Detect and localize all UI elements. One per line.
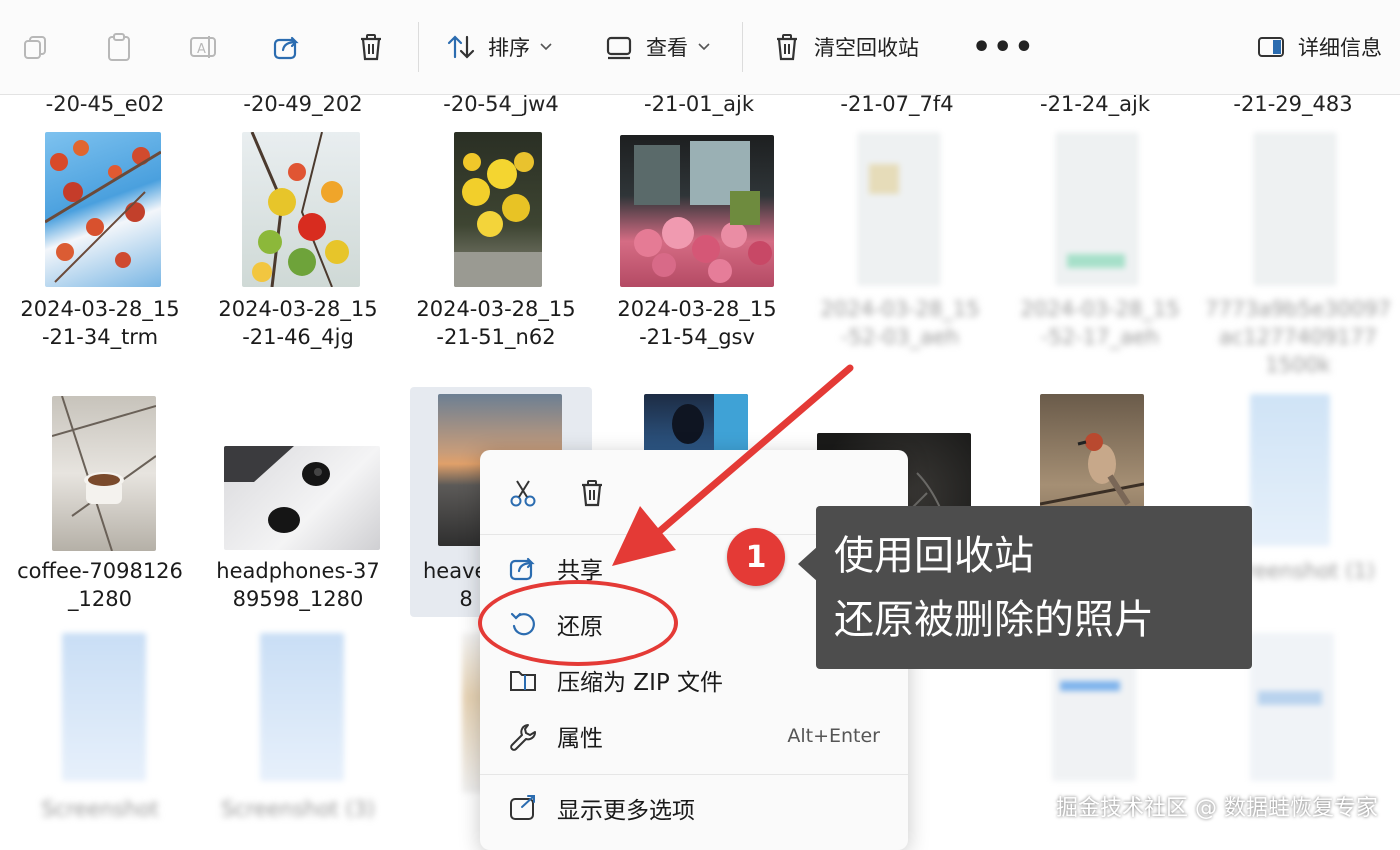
step-number-badge: 1 — [727, 528, 785, 586]
callout-line2: 还原被删除的照片 — [834, 597, 1154, 643]
watermark-text: 掘金技术社区 @ 数据蛙恢复专家 — [1056, 796, 1378, 821]
annotation-callout: 使用回收站 还原被删除的照片 — [798, 506, 1252, 669]
annotation-highlight-circle — [478, 580, 678, 666]
callout-line1: 使用回收站 — [834, 533, 1034, 579]
annotation-arrow — [612, 364, 854, 566]
callout-pointer — [798, 546, 818, 582]
